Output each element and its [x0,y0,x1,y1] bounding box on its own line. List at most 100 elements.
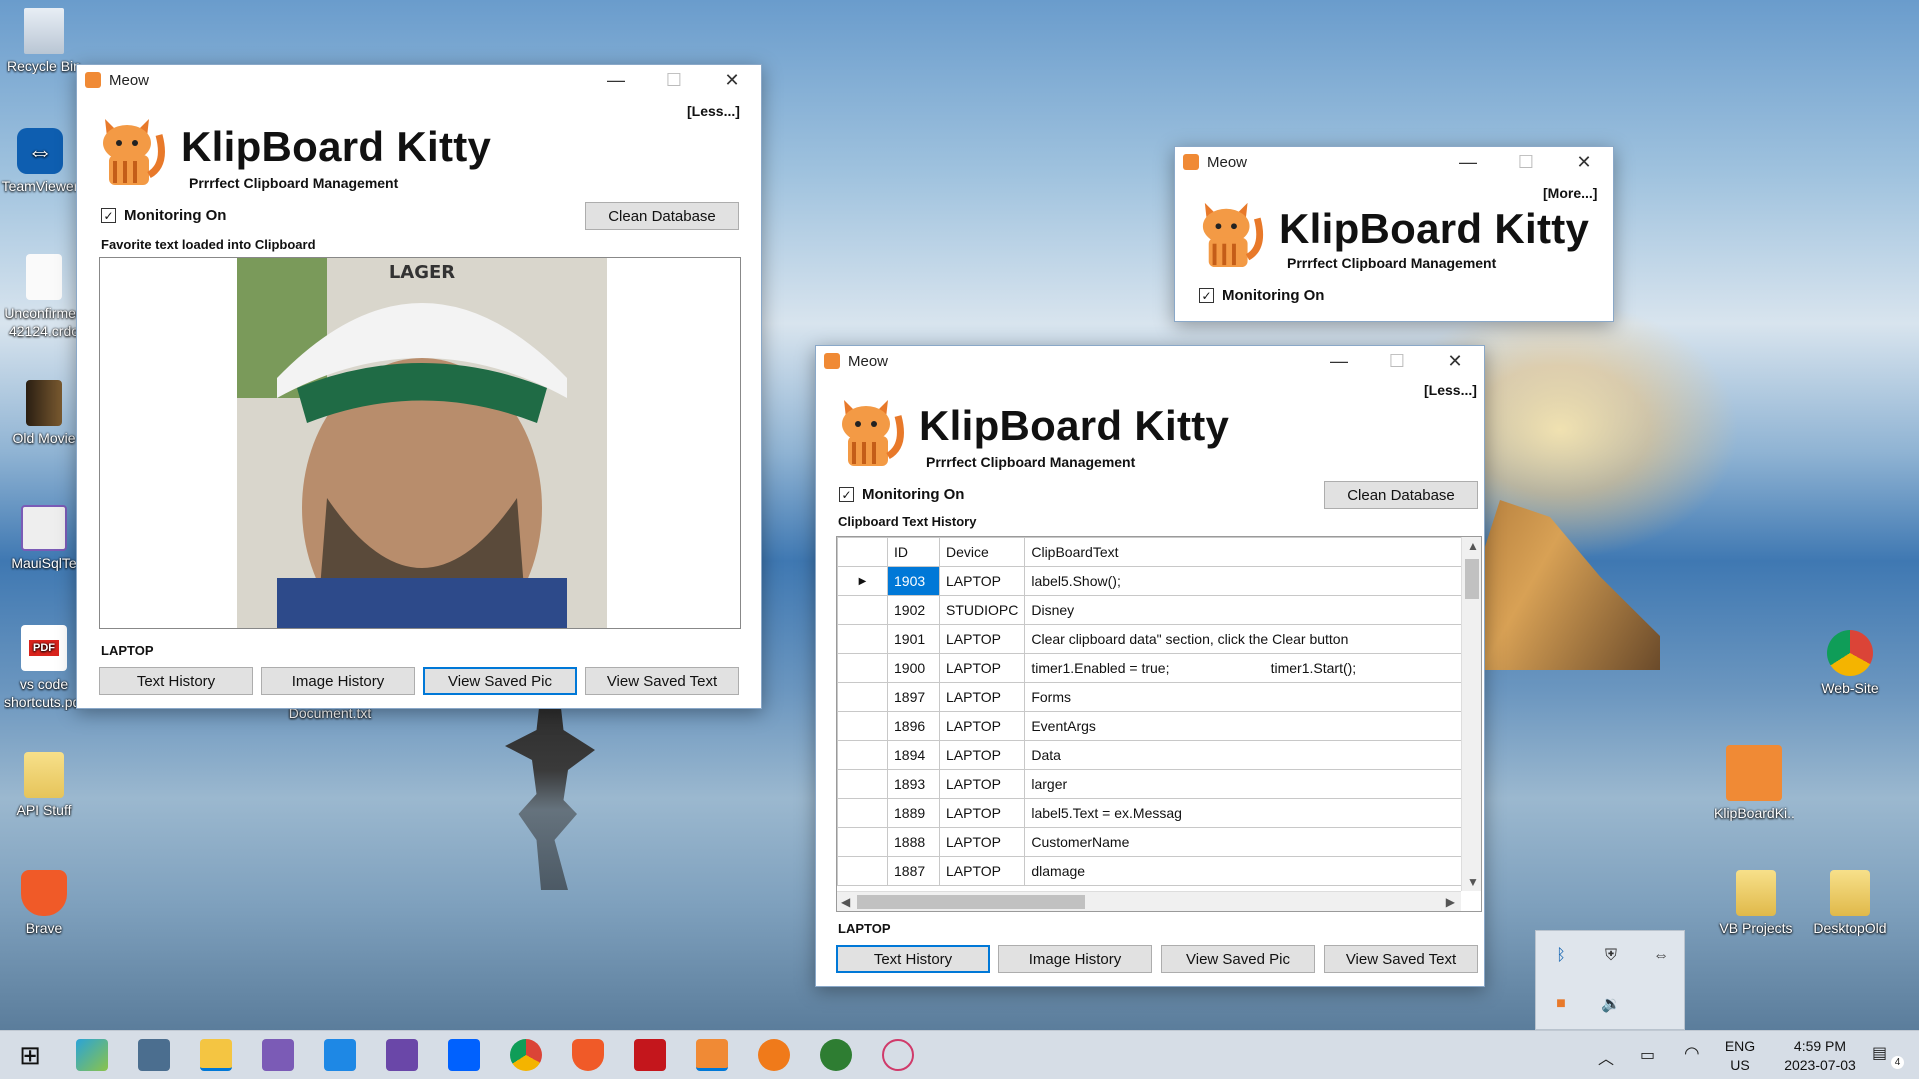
snipping-icon[interactable] [76,1039,108,1071]
table-row[interactable]: 1901 LAPTOP Clear clipboard data" section,… [837,624,1466,654]
view-saved-pic-button[interactable]: View Saved Pic [1161,945,1315,973]
column-header-clipboardtext[interactable]: ClipBoardText [1024,537,1466,567]
cell-id[interactable]: 1897 [887,682,940,712]
cell-text[interactable]: Clear clipboard data" section, click the… [1024,624,1466,654]
image-history-button[interactable]: Image History [261,667,415,695]
cell-text[interactable]: Disney [1024,595,1466,625]
pen-icon[interactable] [758,1039,790,1071]
table-row[interactable]: 1888 LAPTOP CustomerName [837,827,1466,857]
cell-device[interactable]: STUDIOPC [938,595,1026,625]
paint-icon[interactable] [882,1039,914,1071]
cell-id[interactable]: 1903 [887,566,940,596]
close-button[interactable]: ✕ [703,65,761,95]
cell-device[interactable]: LAPTOP [938,769,1026,799]
monitoring-checkbox[interactable]: ✓ Monitoring On [839,486,964,503]
image-history-button[interactable]: Image History [998,945,1152,973]
minimize-button[interactable]: — [1310,346,1368,376]
minimize-button[interactable]: — [587,65,645,95]
title-bar[interactable]: Meow — ☐ ✕ [1175,147,1613,177]
chrome-icon[interactable] [510,1039,542,1071]
minimize-button[interactable]: — [1439,147,1497,177]
column-header-device[interactable]: Device [938,537,1026,567]
desktop-icon-mauisql[interactable]: MauiSqlTe [4,505,84,571]
row-header[interactable] [837,827,888,857]
text-history-button[interactable]: Text History [836,945,990,973]
desktop-icon-brave[interactable]: Brave [4,870,84,936]
app-icon[interactable] [138,1039,170,1071]
klipboardkitty-icon[interactable] [696,1039,728,1071]
desktop-icon-recycle-bin[interactable]: Recycle Bin [4,8,84,74]
table-row[interactable]: 1902 STUDIOPC Disney [837,595,1466,625]
scroll-up-icon[interactable]: ▲ [1467,539,1479,553]
visual-studio-icon[interactable] [262,1039,294,1071]
wifi-icon[interactable]: ◠ [1684,1043,1700,1064]
desktop-icon-api-stuff[interactable]: API Stuff [4,752,84,818]
row-header[interactable] [837,682,888,712]
cell-device[interactable]: LAPTOP [938,566,1026,596]
clean-database-button[interactable]: Clean Database [1324,481,1478,509]
cell-id[interactable]: 1901 [887,624,940,654]
desktop-icon-teamviewer[interactable]: ⇔ TeamViewer [0,128,80,194]
cell-device[interactable]: LAPTOP [938,740,1026,770]
scroll-right-icon[interactable]: ▶ [1446,895,1455,909]
cell-id[interactable]: 1893 [887,769,940,799]
clipboard-grid[interactable]: ID Device ClipBoardText ▶ 1903 LAPTOP labe… [836,536,1482,912]
row-header[interactable] [837,740,888,770]
cell-id[interactable]: 1894 [887,740,940,770]
desktop-icon-desktopold[interactable]: DesktopOld [1810,870,1890,936]
row-header[interactable] [837,856,888,886]
view-saved-text-button[interactable]: View Saved Text [1324,945,1478,973]
cell-device[interactable]: LAPTOP [938,682,1026,712]
teamviewer-tray-icon[interactable]: ⇔ [1650,945,1672,967]
filezilla-icon[interactable] [634,1039,666,1071]
cell-id[interactable]: 1889 [887,798,940,828]
cell-device[interactable]: LAPTOP [938,798,1026,828]
language-indicator[interactable]: ENG US [1722,1037,1758,1075]
security-shield-icon[interactable]: ⛨ [1600,945,1622,967]
cell-text[interactable]: label5.Text = ex.Messag [1024,798,1466,828]
more-toggle[interactable]: [More...] [1543,185,1597,201]
dropbox-icon[interactable] [448,1039,480,1071]
cell-text[interactable]: Forms [1024,682,1466,712]
volume-icon[interactable]: 🔉 [1600,993,1622,1015]
cell-text[interactable]: CustomerName [1024,827,1466,857]
cell-device[interactable]: LAPTOP [938,711,1026,741]
scroll-thumb[interactable] [857,895,1085,909]
clean-database-button[interactable]: Clean Database [585,202,739,230]
table-row[interactable]: 1900 LAPTOP timer1.Enabled = true; timer1.… [837,653,1466,683]
vscode-icon[interactable] [324,1039,356,1071]
row-header[interactable] [837,595,888,625]
battery-icon[interactable]: ▭ [1640,1045,1655,1065]
brave-icon[interactable] [572,1039,604,1071]
chevron-up-icon[interactable]: ︿ [1598,1045,1614,1069]
clock[interactable]: 4:59 PM 2023-07-03 [1770,1037,1870,1075]
table-row[interactable]: ▶ 1903 LAPTOP label5.Show(); [837,566,1466,596]
horizontal-scrollbar[interactable]: ◀ ▶ [837,891,1461,911]
table-row[interactable]: 1893 LAPTOP larger [837,769,1466,799]
column-header-id[interactable]: ID [887,537,940,567]
row-header[interactable] [837,624,888,654]
cell-text[interactable]: EventArgs [1024,711,1466,741]
title-bar[interactable]: Meow — ☐ ✕ [77,65,761,95]
text-history-button[interactable]: Text History [99,667,253,695]
cell-id[interactable]: 1900 [887,653,940,683]
row-header[interactable] [837,653,888,683]
desktop-icon-web-site[interactable]: Web-Site [1810,630,1890,696]
notifications-icon[interactable]: ▤ 4 [1872,1043,1904,1069]
cell-id[interactable]: 1888 [887,827,940,857]
cell-text[interactable]: label5.Show(); [1024,566,1466,596]
cell-id[interactable]: 1902 [887,595,940,625]
monitoring-checkbox[interactable]: ✓ Monitoring On [1199,287,1324,304]
title-bar[interactable]: Meow — ☐ ✕ [816,346,1484,376]
app-icon[interactable] [820,1039,852,1071]
cell-id[interactable]: 1887 [887,856,940,886]
row-header[interactable] [837,798,888,828]
scroll-thumb[interactable] [1465,559,1479,599]
desktop-icon-klipboardkitty[interactable]: KlipBoardKi... [1714,745,1794,821]
scroll-down-icon[interactable]: ▼ [1467,875,1479,889]
close-button[interactable]: ✕ [1555,147,1613,177]
monitoring-checkbox[interactable]: ✓ Monitoring On [101,207,226,224]
table-row[interactable]: 1896 LAPTOP EventArgs [837,711,1466,741]
desktop-icon-pdf[interactable]: PDF vs code shortcuts.pdf [4,625,84,711]
cell-device[interactable]: LAPTOP [938,856,1026,886]
